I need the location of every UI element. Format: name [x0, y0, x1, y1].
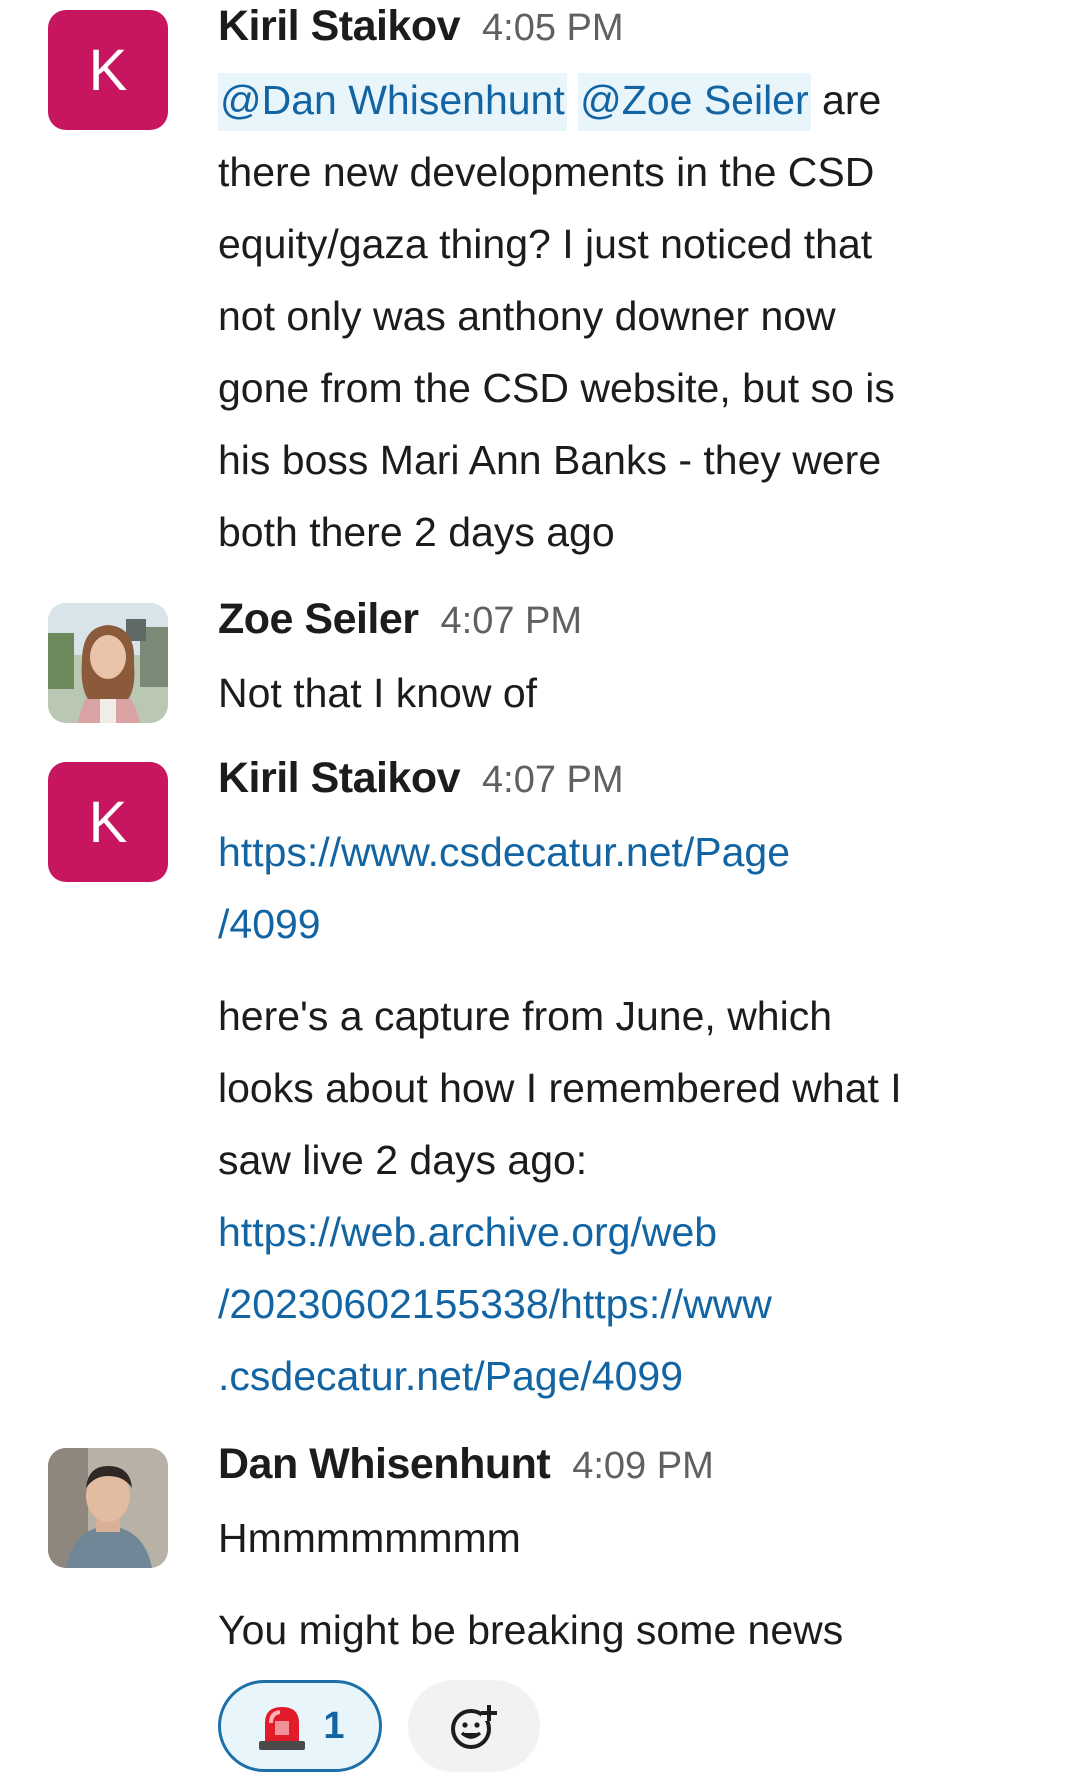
message-header: Dan Whisenhunt 4:09 PM: [218, 1440, 1030, 1502]
message-text: are: [822, 77, 882, 123]
link-archive[interactable]: https://web.archive.org/web: [218, 1196, 1030, 1268]
author-name[interactable]: Dan Whisenhunt: [218, 1440, 551, 1489]
link-archive[interactable]: .csdecatur.net/Page/4099: [218, 1340, 1030, 1412]
link-csdecatur[interactable]: https://www.csdecatur.net/Page: [218, 816, 1030, 888]
avatar-photo: [48, 1448, 168, 1568]
avatar-letter: K: [88, 789, 128, 855]
avatar-letter: K: [88, 37, 128, 103]
message-text: gone from the CSD website, but so is: [218, 365, 895, 411]
rotating-light-icon: [259, 1707, 306, 1750]
reaction-rotating-light[interactable]: 1: [218, 1680, 382, 1772]
message-line: @Dan Whisenhunt @Zoe Seiler are: [218, 64, 1030, 136]
reaction-count: 1: [323, 1704, 345, 1747]
author-name[interactable]: Kiril Staikov: [218, 754, 461, 803]
message-text: there new developments in the CSD: [218, 149, 875, 195]
timestamp[interactable]: 4:09 PM: [572, 1445, 714, 1488]
mention-zoe[interactable]: @Zoe Seiler: [578, 73, 811, 131]
author-name[interactable]: Zoe Seiler: [218, 595, 419, 644]
message-text: his boss Mari Ann Banks - they were: [218, 437, 882, 483]
avatar-zoe[interactable]: [48, 603, 168, 723]
message-text: Not that I know of: [218, 670, 538, 716]
avatar-photo: [48, 603, 168, 723]
message-text: looks about how I remembered what I: [218, 1065, 902, 1111]
author-name[interactable]: Kiril Staikov: [218, 2, 461, 51]
add-reaction-button[interactable]: [408, 1680, 540, 1772]
message-header: Zoe Seiler 4:07 PM: [218, 595, 1030, 657]
message-header: Kiril Staikov 4:07 PM: [218, 754, 1030, 816]
message-text: You might be breaking some news: [218, 1607, 844, 1653]
link-csdecatur[interactable]: /4099: [218, 888, 1030, 960]
message-header: Kiril Staikov 4:05 PM: [218, 2, 1030, 64]
avatar-kiril[interactable]: K: [48, 10, 168, 130]
timestamp[interactable]: 4:07 PM: [482, 759, 624, 802]
avatar-kiril[interactable]: K: [48, 762, 168, 882]
add-reaction-icon: [451, 1705, 497, 1749]
avatar-dan[interactable]: [48, 1448, 168, 1568]
timestamp[interactable]: 4:07 PM: [441, 600, 583, 643]
mention-dan[interactable]: @Dan Whisenhunt: [218, 73, 567, 131]
reactions-bar: 1: [218, 1680, 1030, 1772]
message-text: not only was anthony downer now: [218, 293, 836, 339]
link-archive[interactable]: /20230602155338/https://www: [218, 1268, 1030, 1340]
message-text: equity/gaza thing? I just noticed that: [218, 221, 873, 267]
message-text: saw live 2 days ago:: [218, 1137, 588, 1183]
timestamp[interactable]: 4:05 PM: [482, 7, 624, 50]
message-text: both there 2 days ago: [218, 509, 615, 555]
message-text: Hmmmmmmmm: [218, 1515, 521, 1561]
message-text: here's a capture from June, which: [218, 993, 833, 1039]
